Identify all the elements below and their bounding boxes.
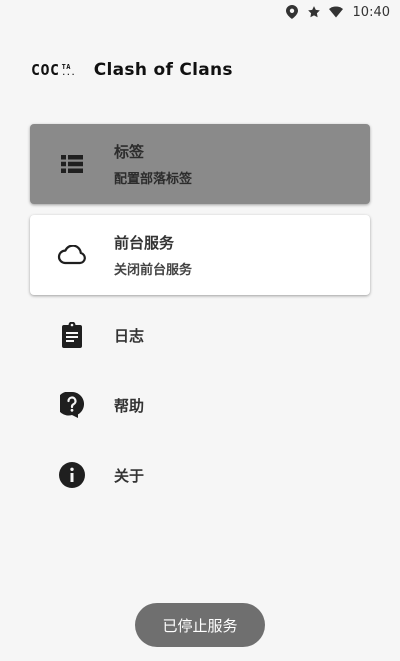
logo-sub: TA ... <box>61 64 76 77</box>
info-icon <box>30 462 114 488</box>
menu-item-service-text: 前台服务 关闭前台服务 <box>114 232 192 278</box>
menu-item-title: 日志 <box>114 326 145 345</box>
clipboard-icon <box>30 322 114 348</box>
wifi-icon <box>328 5 343 19</box>
app-header: COC TA ... Clash of Clans <box>31 57 233 83</box>
list-icon <box>30 155 114 173</box>
menu-item-service[interactable]: 前台服务 关闭前台服务 <box>30 215 370 295</box>
menu-item-subtitle: 配置部落标签 <box>114 172 193 187</box>
menu-item-tags[interactable]: 标签 配置部落标签 <box>30 124 370 204</box>
menu-item-title: 标签 <box>114 143 145 161</box>
logo-main-text: COC <box>31 61 60 79</box>
menu-item-log[interactable]: 日志 <box>30 300 370 370</box>
menu-item-tags-text: 标签 配置部落标签 <box>114 141 192 187</box>
logo-sub-bottom: ... <box>61 69 76 77</box>
menu-item-about[interactable]: 关于 <box>30 440 370 510</box>
app-logo: COC TA ... <box>31 61 76 79</box>
toast-message: 已停止服务 <box>135 603 265 647</box>
menu-item-title: 帮助 <box>114 396 145 415</box>
status-bar: 10:40 <box>0 0 400 24</box>
help-icon <box>30 392 114 418</box>
star-icon <box>307 5 321 19</box>
menu-item-title: 前台服务 <box>114 234 175 252</box>
cloud-icon <box>30 245 114 265</box>
status-time: 10:40 <box>352 4 390 20</box>
location-icon <box>285 5 299 19</box>
menu-item-subtitle: 关闭前台服务 <box>114 263 193 278</box>
menu-item-title: 关于 <box>114 466 145 485</box>
app-title: Clash of Clans <box>93 60 233 80</box>
menu-item-help[interactable]: 帮助 <box>30 370 370 440</box>
